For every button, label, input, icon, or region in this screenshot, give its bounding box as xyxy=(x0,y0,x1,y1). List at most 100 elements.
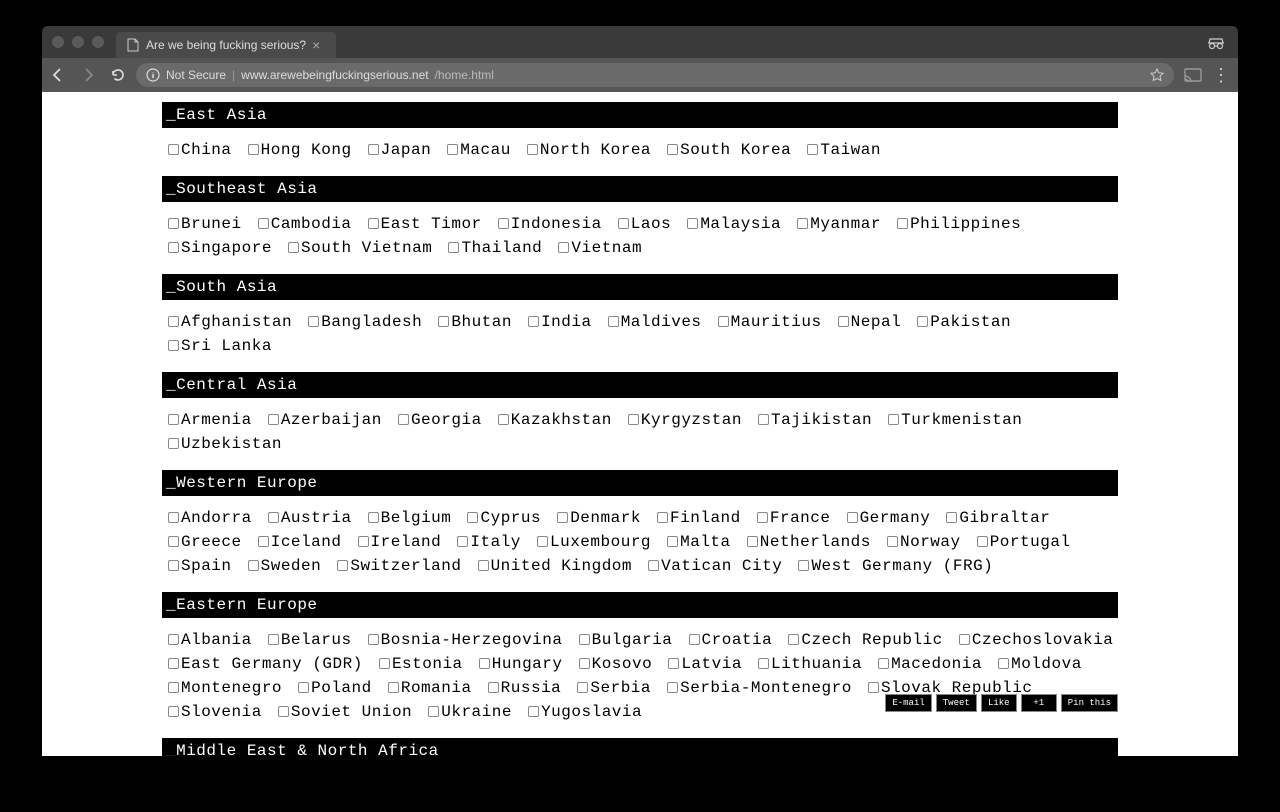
country-checkbox[interactable] xyxy=(457,536,468,547)
country-checkbox[interactable] xyxy=(168,706,179,717)
country-checkbox[interactable] xyxy=(268,414,279,425)
country-label[interactable]: Bulgaria xyxy=(592,631,673,649)
country-label[interactable]: Sri Lanka xyxy=(181,337,272,355)
country-checkbox[interactable] xyxy=(268,634,279,645)
country-label[interactable]: United Kingdom xyxy=(491,557,632,575)
country-checkbox[interactable] xyxy=(258,218,269,229)
country-checkbox[interactable] xyxy=(308,316,319,327)
country-checkbox[interactable] xyxy=(838,316,849,327)
country-label[interactable]: Mauritius xyxy=(731,313,822,331)
country-label[interactable]: Denmark xyxy=(570,509,641,527)
country-label[interactable]: Armenia xyxy=(181,411,252,429)
country-checkbox[interactable] xyxy=(687,218,698,229)
country-label[interactable]: Latvia xyxy=(681,655,742,673)
country-label[interactable]: West Germany (FRG) xyxy=(811,557,993,575)
country-label[interactable]: Malaysia xyxy=(700,215,781,233)
country-checkbox[interactable] xyxy=(479,658,490,669)
country-label[interactable]: East Timor xyxy=(381,215,482,233)
country-checkbox[interactable] xyxy=(168,438,179,449)
country-checkbox[interactable] xyxy=(667,682,678,693)
country-checkbox[interactable] xyxy=(747,536,758,547)
country-label[interactable]: Montenegro xyxy=(181,679,282,697)
country-label[interactable]: Bosnia-Herzegovina xyxy=(381,631,563,649)
country-checkbox[interactable] xyxy=(667,144,678,155)
country-checkbox[interactable] xyxy=(807,144,818,155)
country-checkbox[interactable] xyxy=(168,144,179,155)
country-checkbox[interactable] xyxy=(168,634,179,645)
country-checkbox[interactable] xyxy=(337,560,348,571)
country-label[interactable]: Estonia xyxy=(392,655,463,673)
country-label[interactable]: Thailand xyxy=(461,239,542,257)
country-label[interactable]: Greece xyxy=(181,533,242,551)
country-checkbox[interactable] xyxy=(558,242,569,253)
country-checkbox[interactable] xyxy=(579,634,590,645)
country-label[interactable]: Czechoslovakia xyxy=(972,631,1113,649)
share-button[interactable]: Pin this xyxy=(1061,694,1118,712)
country-label[interactable]: Belgium xyxy=(381,509,452,527)
country-checkbox[interactable] xyxy=(557,512,568,523)
country-label[interactable]: Bangladesh xyxy=(321,313,422,331)
country-checkbox[interactable] xyxy=(977,536,988,547)
country-label[interactable]: Azerbaijan xyxy=(281,411,382,429)
country-checkbox[interactable] xyxy=(368,218,379,229)
country-checkbox[interactable] xyxy=(168,512,179,523)
country-label[interactable]: Slovenia xyxy=(181,703,262,721)
country-checkbox[interactable] xyxy=(847,512,858,523)
country-checkbox[interactable] xyxy=(959,634,970,645)
share-button[interactable]: +1 xyxy=(1021,694,1057,712)
country-checkbox[interactable] xyxy=(797,218,808,229)
country-label[interactable]: Yugoslavia xyxy=(541,703,642,721)
country-label[interactable]: Switzerland xyxy=(350,557,461,575)
country-label[interactable]: Soviet Union xyxy=(291,703,412,721)
country-checkbox[interactable] xyxy=(998,658,1009,669)
forward-button[interactable] xyxy=(80,67,96,83)
country-checkbox[interactable] xyxy=(788,634,799,645)
country-label[interactable]: Poland xyxy=(311,679,372,697)
country-label[interactable]: Norway xyxy=(900,533,961,551)
country-label[interactable]: Hungary xyxy=(492,655,563,673)
country-checkbox[interactable] xyxy=(168,414,179,425)
country-label[interactable]: Macedonia xyxy=(891,655,982,673)
country-label[interactable]: East Germany (GDR) xyxy=(181,655,363,673)
country-label[interactable]: South Vietnam xyxy=(301,239,432,257)
country-checkbox[interactable] xyxy=(368,512,379,523)
country-checkbox[interactable] xyxy=(248,144,259,155)
country-checkbox[interactable] xyxy=(798,560,809,571)
country-checkbox[interactable] xyxy=(168,682,179,693)
country-label[interactable]: Kosovo xyxy=(592,655,653,673)
country-checkbox[interactable] xyxy=(946,512,957,523)
country-label[interactable]: Serbia xyxy=(590,679,651,697)
country-label[interactable]: Malta xyxy=(680,533,731,551)
country-checkbox[interactable] xyxy=(758,414,769,425)
country-label[interactable]: Japan xyxy=(381,141,432,159)
country-label[interactable]: Czech Republic xyxy=(801,631,942,649)
country-label[interactable]: Pakistan xyxy=(930,313,1011,331)
country-checkbox[interactable] xyxy=(527,144,538,155)
country-checkbox[interactable] xyxy=(488,682,499,693)
country-label[interactable]: Lithuania xyxy=(771,655,862,673)
country-label[interactable]: Moldova xyxy=(1011,655,1082,673)
country-label[interactable]: France xyxy=(770,509,831,527)
country-checkbox[interactable] xyxy=(648,560,659,571)
country-checkbox[interactable] xyxy=(757,512,768,523)
country-label[interactable]: Afghanistan xyxy=(181,313,292,331)
country-checkbox[interactable] xyxy=(689,634,700,645)
country-checkbox[interactable] xyxy=(498,414,509,425)
bookmark-star-icon[interactable] xyxy=(1150,68,1164,82)
country-label[interactable]: Macau xyxy=(460,141,511,159)
country-label[interactable]: Andorra xyxy=(181,509,252,527)
country-checkbox[interactable] xyxy=(288,242,299,253)
country-checkbox[interactable] xyxy=(168,340,179,351)
country-checkbox[interactable] xyxy=(447,144,458,155)
cast-icon[interactable] xyxy=(1184,68,1202,82)
country-label[interactable]: Kazakhstan xyxy=(511,411,612,429)
country-label[interactable]: Serbia-Montenegro xyxy=(680,679,852,697)
country-checkbox[interactable] xyxy=(897,218,908,229)
country-label[interactable]: Taiwan xyxy=(820,141,881,159)
country-label[interactable]: Russia xyxy=(501,679,562,697)
maximize-window-button[interactable] xyxy=(92,36,104,48)
country-checkbox[interactable] xyxy=(268,512,279,523)
country-label[interactable]: Brunei xyxy=(181,215,242,233)
country-checkbox[interactable] xyxy=(498,218,509,229)
country-label[interactable]: Ukraine xyxy=(441,703,512,721)
